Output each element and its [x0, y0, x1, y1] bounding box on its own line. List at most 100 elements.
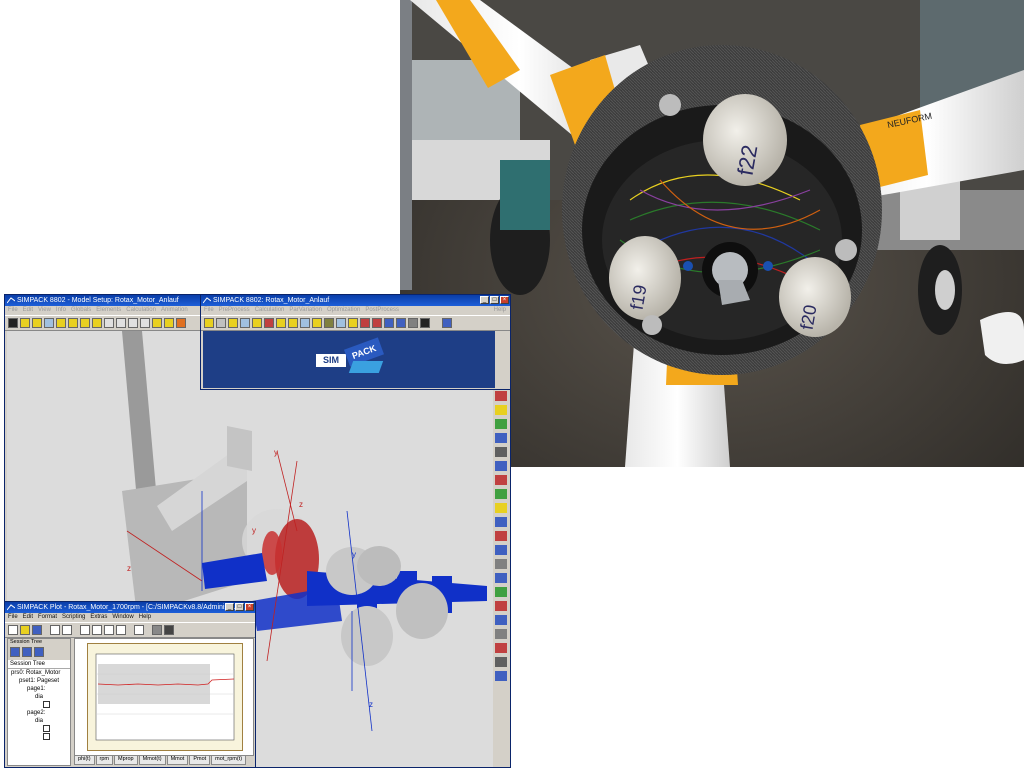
tool-icon-20[interactable] — [495, 601, 507, 611]
menu-globals[interactable]: Globals — [71, 306, 91, 315]
print-icon[interactable] — [152, 625, 162, 635]
save-icon[interactable] — [32, 318, 42, 328]
tool-icon-22[interactable] — [495, 629, 507, 639]
properties-icon[interactable] — [44, 318, 54, 328]
paste-icon[interactable] — [104, 625, 114, 635]
tab-mprop[interactable]: Mprop — [114, 756, 138, 765]
film-icon[interactable] — [372, 318, 382, 328]
tab-pmot[interactable]: Pmot — [189, 756, 211, 765]
tool-icon-11[interactable] — [495, 475, 507, 485]
tree-refresh-icon[interactable] — [34, 647, 44, 657]
plot-menu-help[interactable]: Help — [139, 613, 151, 622]
zoom-fit-icon[interactable] — [104, 318, 114, 328]
tool-icon-19[interactable] — [495, 587, 507, 597]
parameter-icon[interactable] — [312, 318, 322, 328]
tree-item-pset1[interactable]: pset1: Pageset — [8, 677, 70, 685]
tool-icon-24[interactable] — [495, 657, 507, 667]
tab-mmot-t[interactable]: Mmot(t) — [138, 756, 166, 765]
menu-info[interactable]: Info — [56, 306, 66, 315]
plot-menu-edit[interactable]: Edit — [23, 613, 33, 622]
tree-item-page1[interactable]: page1: — [8, 685, 70, 693]
undo-icon[interactable] — [50, 625, 60, 635]
menu-preprocess[interactable]: PreProcess — [219, 306, 250, 315]
tree-item-prs0[interactable]: prs0: Rotax_Motor — [8, 669, 70, 677]
menu-optimization[interactable]: Optimization — [327, 306, 360, 315]
statics-icon[interactable] — [300, 318, 310, 328]
menu-calculation[interactable]: Calculation — [255, 306, 285, 315]
menu-edit[interactable]: Edit — [23, 306, 33, 315]
minimize-button[interactable]: _ — [480, 296, 489, 304]
plot-minimize-button[interactable]: _ — [225, 603, 234, 611]
help-icon[interactable] — [442, 318, 452, 328]
checkbox[interactable] — [43, 701, 50, 708]
tab-mot-rpm-t[interactable]: mot_rpm(t) — [211, 756, 247, 765]
menu-parvariation[interactable]: ParVariation — [289, 306, 322, 315]
export-icon[interactable] — [396, 318, 406, 328]
tree-item-page2[interactable]: page2: — [8, 709, 70, 717]
menu-elements[interactable]: Elements — [96, 306, 121, 315]
variation-icon[interactable] — [324, 318, 334, 328]
eigen-icon[interactable] — [288, 318, 298, 328]
copy-icon[interactable] — [92, 625, 102, 635]
tool-key-icon[interactable] — [216, 318, 226, 328]
shading-icon[interactable] — [152, 318, 162, 328]
body-icon[interactable] — [56, 318, 66, 328]
plot-titlebar[interactable]: SIMPACK Plot - Rotax_Motor_1700rpm - [C:… — [5, 602, 255, 613]
tab-rpm[interactable]: rpm — [95, 756, 114, 765]
menu-help[interactable]: Help — [494, 306, 506, 315]
render-icon[interactable] — [176, 318, 186, 328]
grid-icon[interactable] — [134, 625, 144, 635]
tool-icon-8[interactable] — [495, 433, 507, 443]
measure-icon[interactable] — [252, 318, 262, 328]
tool-icon-6[interactable] — [495, 405, 507, 415]
menu-animation[interactable]: Animation — [161, 306, 188, 315]
tool-icon-5[interactable] — [495, 391, 507, 401]
cut-icon[interactable] — [80, 625, 90, 635]
tool-icon-9[interactable] — [495, 447, 507, 457]
plot-menu-scripting[interactable]: Scripting — [62, 613, 85, 622]
open-file-icon[interactable] — [20, 625, 30, 635]
tool-icon-10[interactable] — [495, 461, 507, 471]
checkbox[interactable] — [43, 725, 50, 732]
report-icon[interactable] — [384, 318, 394, 328]
menu-file[interactable]: File — [204, 306, 214, 315]
stop-icon[interactable] — [420, 318, 430, 328]
tree-item-dia-2[interactable]: dia — [8, 717, 70, 725]
zoom-icon[interactable] — [116, 625, 126, 635]
stop-plot-icon[interactable] — [164, 625, 174, 635]
tool-icon-18[interactable] — [495, 573, 507, 583]
tool-icon-13[interactable] — [495, 503, 507, 513]
animation-icon[interactable] — [360, 318, 370, 328]
checkbox[interactable] — [43, 733, 50, 740]
menu-view[interactable]: View — [38, 306, 51, 315]
tool-icon-7[interactable] — [495, 419, 507, 429]
optimize-icon[interactable] — [336, 318, 346, 328]
marker-icon[interactable] — [80, 318, 90, 328]
open-model-icon[interactable] — [204, 318, 214, 328]
tool-icon-16[interactable] — [495, 545, 507, 555]
tool-icon-25[interactable] — [495, 671, 507, 681]
menu-postprocess[interactable]: PostProcess — [365, 306, 399, 315]
tool-icon-12[interactable] — [495, 489, 507, 499]
tool-icon-15[interactable] — [495, 531, 507, 541]
tool-icon-21[interactable] — [495, 615, 507, 625]
new-file-icon[interactable] — [8, 625, 18, 635]
tree-remove-icon[interactable] — [22, 647, 32, 657]
model-setup-icon[interactable] — [228, 318, 238, 328]
tool-icon-14[interactable] — [495, 517, 507, 527]
redo-icon[interactable] — [62, 625, 72, 635]
maximize-button[interactable]: □ — [490, 296, 499, 304]
plot-menu-format[interactable]: Format — [38, 613, 57, 622]
tab-mmot[interactable]: Mmot — [166, 756, 189, 765]
force-icon[interactable] — [92, 318, 102, 328]
plot-maximize-button[interactable]: □ — [235, 603, 244, 611]
tree-add-icon[interactable] — [10, 647, 20, 657]
wireframe-icon[interactable] — [164, 318, 174, 328]
time-integration-icon[interactable] — [276, 318, 286, 328]
tool-icon-23[interactable] — [495, 643, 507, 653]
rotate-icon[interactable] — [140, 318, 150, 328]
solver-icon[interactable] — [240, 318, 250, 328]
save-file-icon[interactable] — [32, 625, 42, 635]
plot-canvas-area[interactable] — [74, 638, 254, 756]
open-icon[interactable] — [20, 318, 30, 328]
